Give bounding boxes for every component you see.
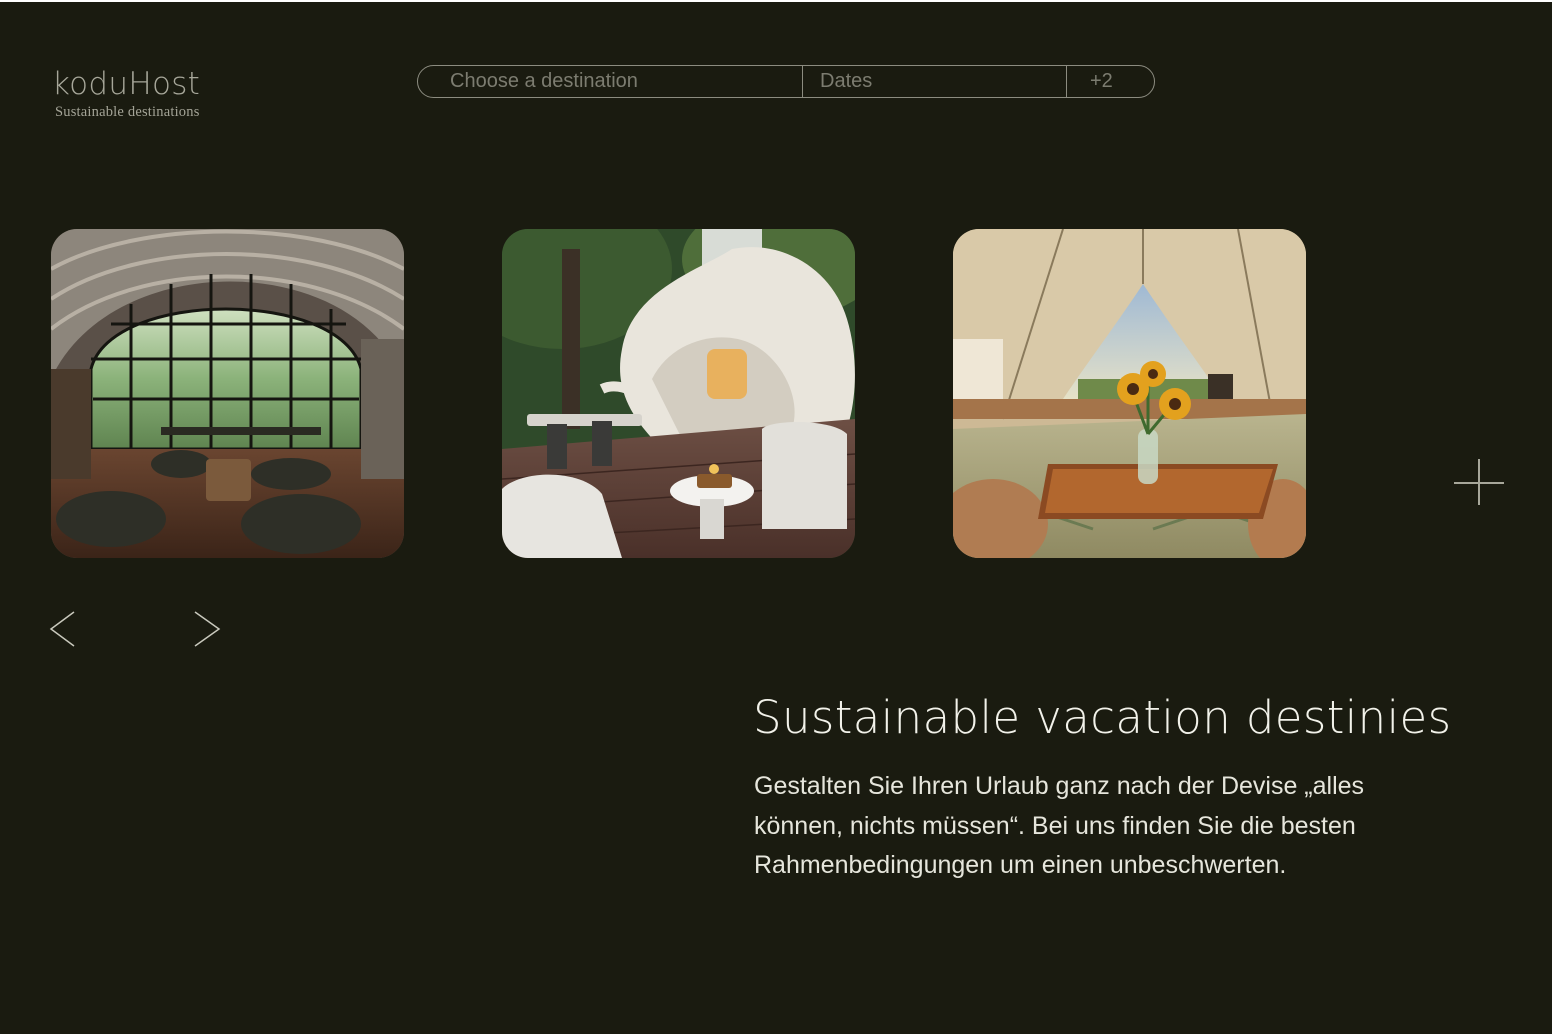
plus-icon[interactable] — [1452, 457, 1506, 507]
dates-field[interactable]: Dates — [803, 66, 1067, 97]
destination-input[interactable] — [450, 70, 790, 93]
brand-name: koduHost — [52, 66, 201, 102]
chevron-right-icon[interactable] — [191, 610, 223, 648]
sculpted-white-house-deck-photo — [502, 229, 855, 558]
glamping-tent-sunflowers-photo — [953, 229, 1306, 558]
hero-title: Sustainable vacation destinies — [753, 691, 1452, 744]
chevron-left-icon[interactable] — [48, 610, 78, 648]
search-bar: Dates +2 — [417, 65, 1155, 98]
brand-logo[interactable]: koduHost Sustainable destinations — [52, 66, 200, 121]
destination-card-sculpted-house[interactable] — [502, 229, 855, 558]
destination-field[interactable] — [418, 66, 803, 97]
page: koduHost Sustainable destinations Dates … — [0, 2, 1552, 1034]
guests-field[interactable]: +2 — [1067, 66, 1154, 97]
guests-label: +2 — [1090, 70, 1113, 92]
hero-description: Gestalten Sie Ihren Urlaub ganz nach der… — [754, 772, 1365, 879]
brand-tagline: Sustainable destinations — [55, 104, 200, 120]
destination-card-jungle-house[interactable] — [51, 229, 404, 558]
jungle-glass-house-photo — [51, 229, 404, 558]
dates-label: Dates — [820, 70, 873, 92]
destination-card-glamping-tent[interactable] — [953, 229, 1306, 558]
